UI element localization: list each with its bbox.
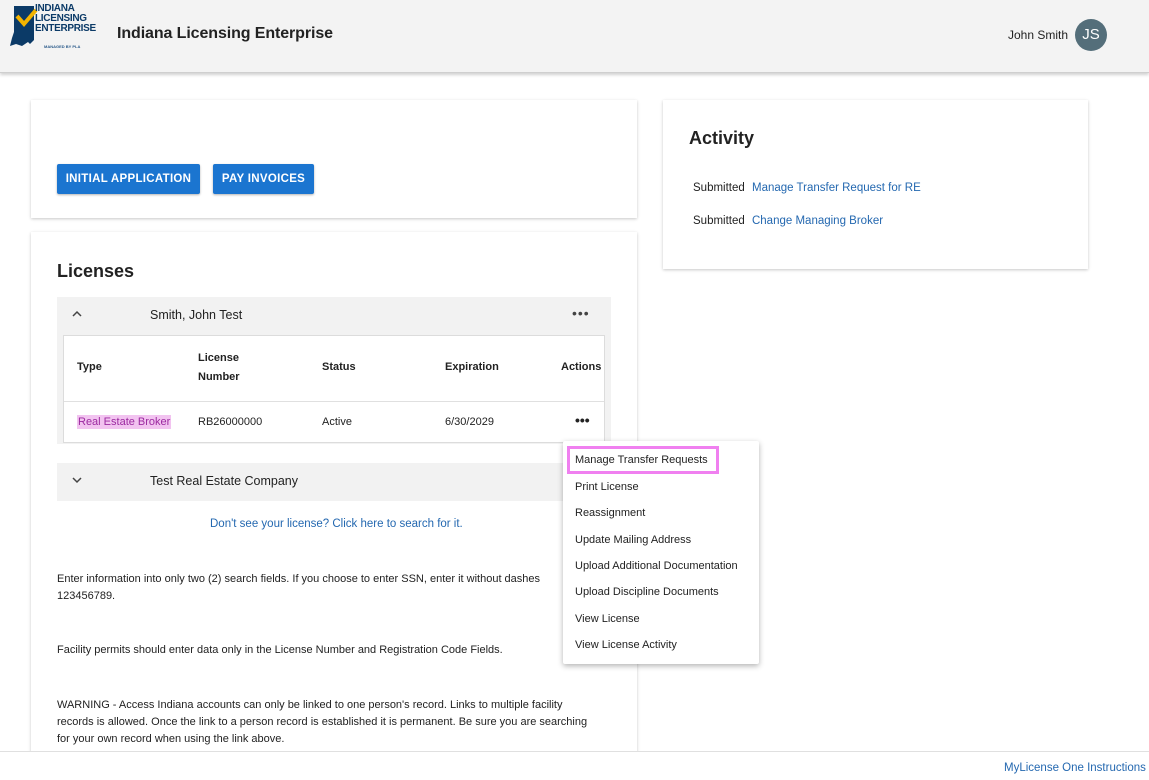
app-header: INDIANA LICENSING ENTERPRISE MANAGED BY … bbox=[0, 0, 1149, 73]
logo-wordmark: INDIANA LICENSING ENTERPRISE bbox=[35, 4, 96, 34]
activity-link[interactable]: Change Managing Broker bbox=[752, 215, 883, 227]
activity-link[interactable]: Manage Transfer Request for RE bbox=[752, 182, 921, 194]
column-header-actions: Actions bbox=[561, 361, 602, 373]
menu-item-upload-additional-documentation[interactable]: Upload Additional Documentation bbox=[575, 560, 738, 572]
pay-invoices-button[interactable]: PAY INVOICES bbox=[213, 164, 314, 194]
license-table: Type License Number Status Expiration Ac… bbox=[63, 335, 605, 443]
table-row-status: Active bbox=[322, 416, 352, 428]
page-footer: MyLicense One Instructions bbox=[0, 751, 1149, 780]
mylicense-instructions-link[interactable]: MyLicense One Instructions bbox=[1004, 762, 1146, 774]
actions-card: INITIAL APPLICATION PAY INVOICES bbox=[31, 100, 637, 218]
activity-status: Submitted bbox=[693, 215, 745, 227]
logo-subtitle: MANAGED BY PLA bbox=[44, 44, 81, 49]
row-divider bbox=[64, 401, 604, 402]
facility-permits-note: Facility permits should enter data only … bbox=[57, 644, 503, 656]
initial-application-button[interactable]: INITIAL APPLICATION bbox=[57, 164, 200, 194]
account-warning: WARNING - Access Indiana accounts can on… bbox=[57, 699, 588, 745]
column-header-expiration: Expiration bbox=[445, 361, 499, 373]
menu-item-update-mailing-address[interactable]: Update Mailing Address bbox=[575, 534, 691, 546]
license-holder-panel[interactable]: Smith, John Test ••• bbox=[57, 297, 611, 335]
license-type-link[interactable]: Real Estate Broker bbox=[77, 415, 172, 429]
table-row-type[interactable]: Real Estate Broker bbox=[77, 415, 172, 429]
row-actions-menu: Manage Transfer Requests Print License R… bbox=[563, 441, 759, 664]
search-instructions: Enter information into only two (2) sear… bbox=[57, 573, 541, 602]
license-holder-name: Test Real Estate Company bbox=[150, 474, 298, 488]
menu-item-reassignment[interactable]: Reassignment bbox=[575, 507, 645, 519]
user-avatar[interactable]: JS bbox=[1075, 19, 1107, 51]
user-name[interactable]: John Smith bbox=[1008, 28, 1068, 42]
row-actions-icon[interactable]: ••• bbox=[575, 412, 590, 428]
logo-line-3: ENTERPRISE bbox=[35, 23, 96, 34]
activity-title: Activity bbox=[689, 128, 755, 148]
activity-card: Activity Submitted Manage Transfer Reque… bbox=[663, 100, 1088, 269]
menu-item-view-license-activity[interactable]: View License Activity bbox=[575, 639, 677, 651]
licenses-card: Licenses Smith, John Test ••• Type Licen… bbox=[31, 232, 637, 772]
column-header-license-number-line2: Number bbox=[198, 371, 240, 383]
license-panel-body: Type License Number Status Expiration Ac… bbox=[57, 335, 611, 444]
more-options-icon[interactable]: ••• bbox=[572, 305, 590, 321]
table-row-license-number: RB26000000 bbox=[198, 416, 263, 428]
menu-item-print-license[interactable]: Print License bbox=[575, 481, 639, 493]
license-holder-panel[interactable]: Test Real Estate Company bbox=[57, 463, 611, 501]
menu-item-upload-discipline-documents[interactable]: Upload Discipline Documents bbox=[575, 586, 719, 598]
chevron-down-icon[interactable] bbox=[71, 474, 87, 490]
menu-item-view-license[interactable]: View License bbox=[575, 613, 640, 625]
column-header-license-number: License Number bbox=[198, 349, 240, 387]
column-header-status: Status bbox=[322, 361, 356, 373]
chevron-up-icon[interactable] bbox=[71, 308, 87, 324]
activity-status: Submitted bbox=[693, 182, 745, 194]
activity-item: Submitted Manage Transfer Request for RE bbox=[693, 182, 921, 194]
indiana-state-icon bbox=[10, 6, 38, 46]
activity-item: Submitted Change Managing Broker bbox=[693, 215, 883, 227]
search-license-link[interactable]: Don't see your license? Click here to se… bbox=[210, 518, 463, 530]
menu-item-manage-transfer-requests[interactable]: Manage Transfer Requests bbox=[575, 454, 708, 466]
license-holder-name: Smith, John Test bbox=[150, 308, 243, 322]
licenses-title: Licenses bbox=[57, 261, 135, 281]
app-title: Indiana Licensing Enterprise bbox=[117, 25, 333, 42]
column-header-license-number-line1: License bbox=[198, 352, 239, 364]
ile-logo[interactable]: INDIANA LICENSING ENTERPRISE MANAGED BY … bbox=[8, 4, 100, 50]
table-row-expiration: 6/30/2029 bbox=[445, 416, 494, 428]
column-header-type: Type bbox=[77, 361, 102, 373]
